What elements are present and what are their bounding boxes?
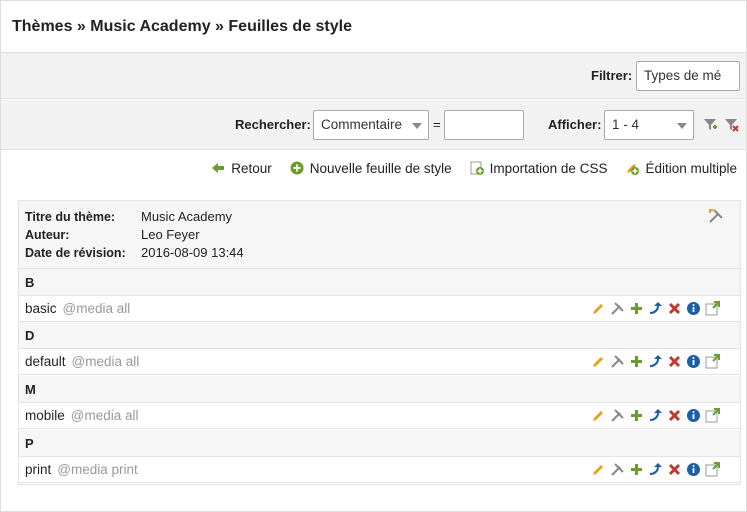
media-query: @media all bbox=[71, 354, 140, 369]
multi-edit-button[interactable]: Édition multiple bbox=[625, 161, 737, 176]
stylesheet-name: default @media all bbox=[25, 354, 140, 369]
new-stylesheet-button[interactable]: Nouvelle feuille de style bbox=[290, 161, 452, 176]
import-css-button[interactable]: Importation de CSS bbox=[470, 160, 608, 176]
multi-edit-label: Édition multiple bbox=[645, 160, 737, 176]
import-css-label: Importation de CSS bbox=[489, 160, 608, 176]
move-icon[interactable] bbox=[648, 354, 663, 369]
info-icon[interactable] bbox=[686, 408, 701, 423]
tools-icon[interactable] bbox=[708, 208, 724, 227]
new-stylesheet-label: Nouvelle feuille de style bbox=[309, 160, 452, 176]
show-label: Afficher: bbox=[548, 117, 602, 132]
search-field-select[interactable]: Commentaire bbox=[313, 110, 429, 140]
export-icon[interactable] bbox=[705, 354, 720, 369]
edit-pencil-icon[interactable] bbox=[591, 354, 606, 369]
stylesheet-name: mobile @media all bbox=[25, 408, 139, 423]
stylesheet-name: basic @media all bbox=[25, 301, 131, 316]
delete-icon[interactable] bbox=[667, 408, 682, 423]
delete-icon[interactable] bbox=[667, 354, 682, 369]
edit-pencil-icon[interactable] bbox=[591, 301, 606, 316]
row-actions bbox=[591, 462, 720, 477]
import-icon bbox=[470, 161, 484, 175]
stylesheet-row: print @media print bbox=[19, 457, 740, 483]
theme-title-label: Titre du thème: bbox=[25, 210, 116, 224]
show-select-value: 1 - 4 bbox=[612, 117, 640, 132]
tools-icon[interactable] bbox=[610, 408, 625, 423]
filter-select[interactable]: Types de mé bbox=[636, 61, 740, 91]
stylesheet-row: default @media all bbox=[19, 349, 740, 375]
plus-icon[interactable] bbox=[629, 462, 644, 477]
apply-filter-icon[interactable] bbox=[703, 117, 718, 135]
move-icon[interactable] bbox=[648, 408, 663, 423]
plus-circle-icon bbox=[290, 161, 304, 175]
tools-icon[interactable] bbox=[610, 462, 625, 477]
plus-icon[interactable] bbox=[629, 354, 644, 369]
group-header: P bbox=[19, 430, 740, 457]
back-label: Retour bbox=[231, 160, 272, 176]
move-icon[interactable] bbox=[648, 301, 663, 316]
tools-icon[interactable] bbox=[610, 354, 625, 369]
row-actions bbox=[591, 354, 720, 369]
group-header: M bbox=[19, 376, 740, 403]
stylesheet-row: basic @media all bbox=[19, 296, 740, 322]
row-actions bbox=[591, 301, 720, 316]
media-query: @media all bbox=[70, 408, 139, 423]
page-header: Thèmes » Music Academy » Feuilles de sty… bbox=[1, 1, 746, 53]
search-label: Rechercher: bbox=[235, 117, 311, 132]
move-icon[interactable] bbox=[648, 462, 663, 477]
stylesheet-name: print @media print bbox=[25, 462, 138, 477]
group-header: D bbox=[19, 322, 740, 349]
theme-title: Music Academy bbox=[141, 209, 233, 224]
author-label: Auteur: bbox=[25, 228, 70, 242]
row-actions bbox=[591, 408, 720, 423]
arrow-left-icon bbox=[211, 161, 225, 175]
edit-pencil-icon[interactable] bbox=[591, 408, 606, 423]
export-icon[interactable] bbox=[705, 408, 720, 423]
filter-bar: Filtrer: Types de mé bbox=[1, 53, 746, 99]
export-icon[interactable] bbox=[705, 462, 720, 477]
stylesheet-panel: Titre du thème: Music Academy Auteur: Le… bbox=[18, 200, 741, 485]
media-query: @media all bbox=[62, 301, 131, 316]
show-select[interactable]: 1 - 4 bbox=[604, 110, 694, 140]
info-icon[interactable] bbox=[686, 301, 701, 316]
pencil-plus-icon bbox=[625, 161, 640, 175]
search-field-value: Commentaire bbox=[321, 117, 403, 132]
edit-pencil-icon[interactable] bbox=[591, 462, 606, 477]
export-icon[interactable] bbox=[705, 301, 720, 316]
action-links: Retour Nouvelle feuille de style Importa… bbox=[211, 158, 737, 178]
search-operator: = bbox=[433, 117, 441, 132]
chevron-down-icon bbox=[677, 123, 687, 129]
back-button[interactable]: Retour bbox=[211, 161, 272, 176]
author: Leo Feyer bbox=[141, 227, 200, 242]
info-icon[interactable] bbox=[686, 462, 701, 477]
plus-icon[interactable] bbox=[629, 408, 644, 423]
breadcrumb: Thèmes » Music Academy » Feuilles de sty… bbox=[12, 18, 352, 35]
group-header: B bbox=[19, 269, 740, 296]
plus-icon[interactable] bbox=[629, 301, 644, 316]
delete-icon[interactable] bbox=[667, 301, 682, 316]
filter-select-value: Types de mé bbox=[644, 68, 722, 83]
tools-icon[interactable] bbox=[610, 301, 625, 316]
search-bar: Rechercher: Commentaire = Afficher: 1 - … bbox=[1, 100, 746, 150]
chevron-down-icon bbox=[412, 123, 422, 129]
delete-icon[interactable] bbox=[667, 462, 682, 477]
media-query: @media print bbox=[57, 462, 138, 477]
stylesheet-row: mobile @media all bbox=[19, 403, 740, 429]
filter-label: Filtrer: bbox=[591, 68, 633, 83]
theme-info: Titre du thème: Music Academy Auteur: Le… bbox=[19, 201, 740, 269]
reset-filter-icon[interactable] bbox=[724, 117, 739, 135]
date-label: Date de révision: bbox=[25, 246, 126, 260]
revision-date: 2016-08-09 13:44 bbox=[141, 245, 244, 260]
search-input[interactable] bbox=[444, 110, 524, 140]
info-icon[interactable] bbox=[686, 354, 701, 369]
